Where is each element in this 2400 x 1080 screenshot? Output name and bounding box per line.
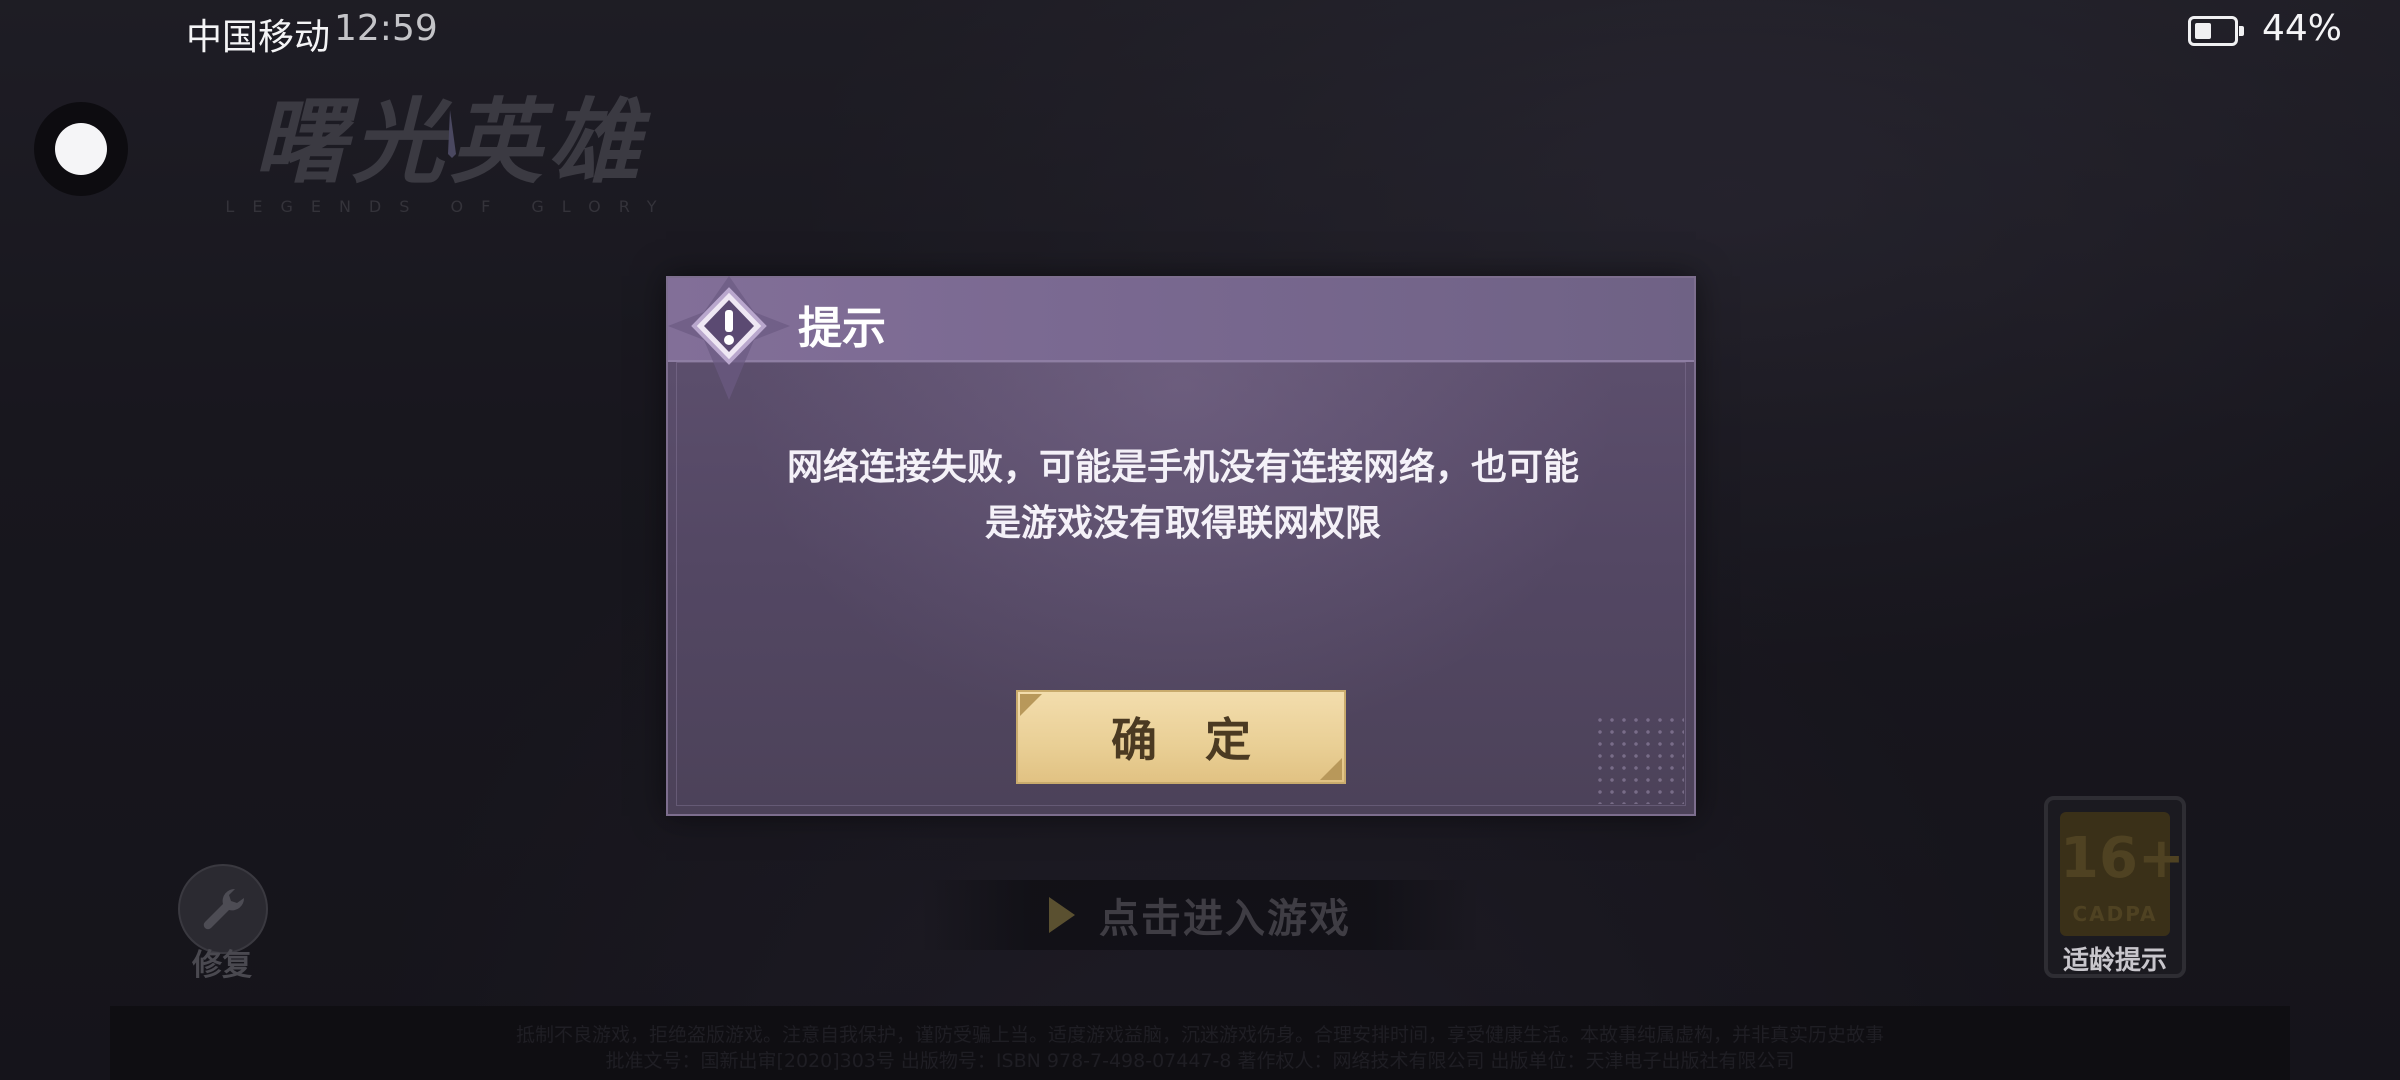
age-rating-label: 适龄提示 (2062, 946, 2167, 976)
floating-assist-button[interactable] (34, 102, 128, 196)
status-clock: 12:59 (334, 8, 438, 49)
game-screen: 中国移动 12:59 44% 曙光英雄 LEGENDS OF GLORY 修复 … (0, 0, 2400, 1080)
age-rating-org: CADPA (2072, 902, 2158, 926)
confirm-button[interactable]: 确 定 (1016, 690, 1346, 784)
enter-game-label: 点击进入游戏 (1099, 896, 1351, 942)
dialog-message: 网络连接失败，可能是手机没有连接网络，也可能是游戏没有取得联网权限 (786, 447, 1579, 544)
repair-button[interactable]: 修复 (178, 864, 270, 984)
footer-health-notice: 抵制不良游戏，拒绝盗版游戏。注意自我保护，谨防受骗上当。适度游戏益脑，沉迷游戏伤… (515, 1024, 1884, 1046)
game-logo: 曙光英雄 LEGENDS OF GLORY (200, 92, 700, 222)
confirm-label: 确 定 (1110, 713, 1267, 767)
battery-fill (2195, 23, 2211, 39)
play-arrow-icon (1049, 897, 1075, 933)
age-rating-number: 16+ (2060, 826, 2185, 891)
footer-notice: 抵制不良游戏，拒绝盗版游戏。注意自我保护，谨防受骗上当。适度游戏益脑，沉迷游戏伤… (110, 1006, 2290, 1080)
enter-game-button[interactable]: 点击进入游戏 (920, 880, 1480, 950)
dialog-header: 提示 (668, 278, 1694, 362)
age-badge-tile: 16+ CADPA (2060, 812, 2185, 936)
game-logo-graphic: 曙光英雄 LEGENDS OF GLORY (225, 92, 674, 216)
footer-license-info: 批准文号：国新出审[2020]303号 出版物号：ISBN 978-7-498-… (605, 1050, 1795, 1072)
battery-icon (2188, 16, 2244, 46)
repair-label: 修复 (192, 948, 252, 983)
dialog-title: 提示 (798, 303, 886, 354)
wrench-icon (203, 888, 245, 930)
assist-dot-icon (55, 123, 107, 175)
carrier-name: 中国移动 (186, 17, 331, 58)
status-bar: 中国移动 12:59 44% (0, 0, 2400, 64)
dialog-decoration-dots (1594, 714, 1684, 804)
alert-diamond-icon (664, 272, 794, 402)
battery-percent: 44% (2262, 8, 2343, 49)
alert-dialog: 提示 网络连接失败，可能是手机没有连接网络，也可能是游戏没有取得联网权限 确 定 (666, 276, 1696, 816)
age-rating-badge[interactable]: 16+ CADPA 适龄提示 (2044, 796, 2186, 978)
game-logo-subtitle: LEGENDS OF GLORY (225, 197, 674, 216)
